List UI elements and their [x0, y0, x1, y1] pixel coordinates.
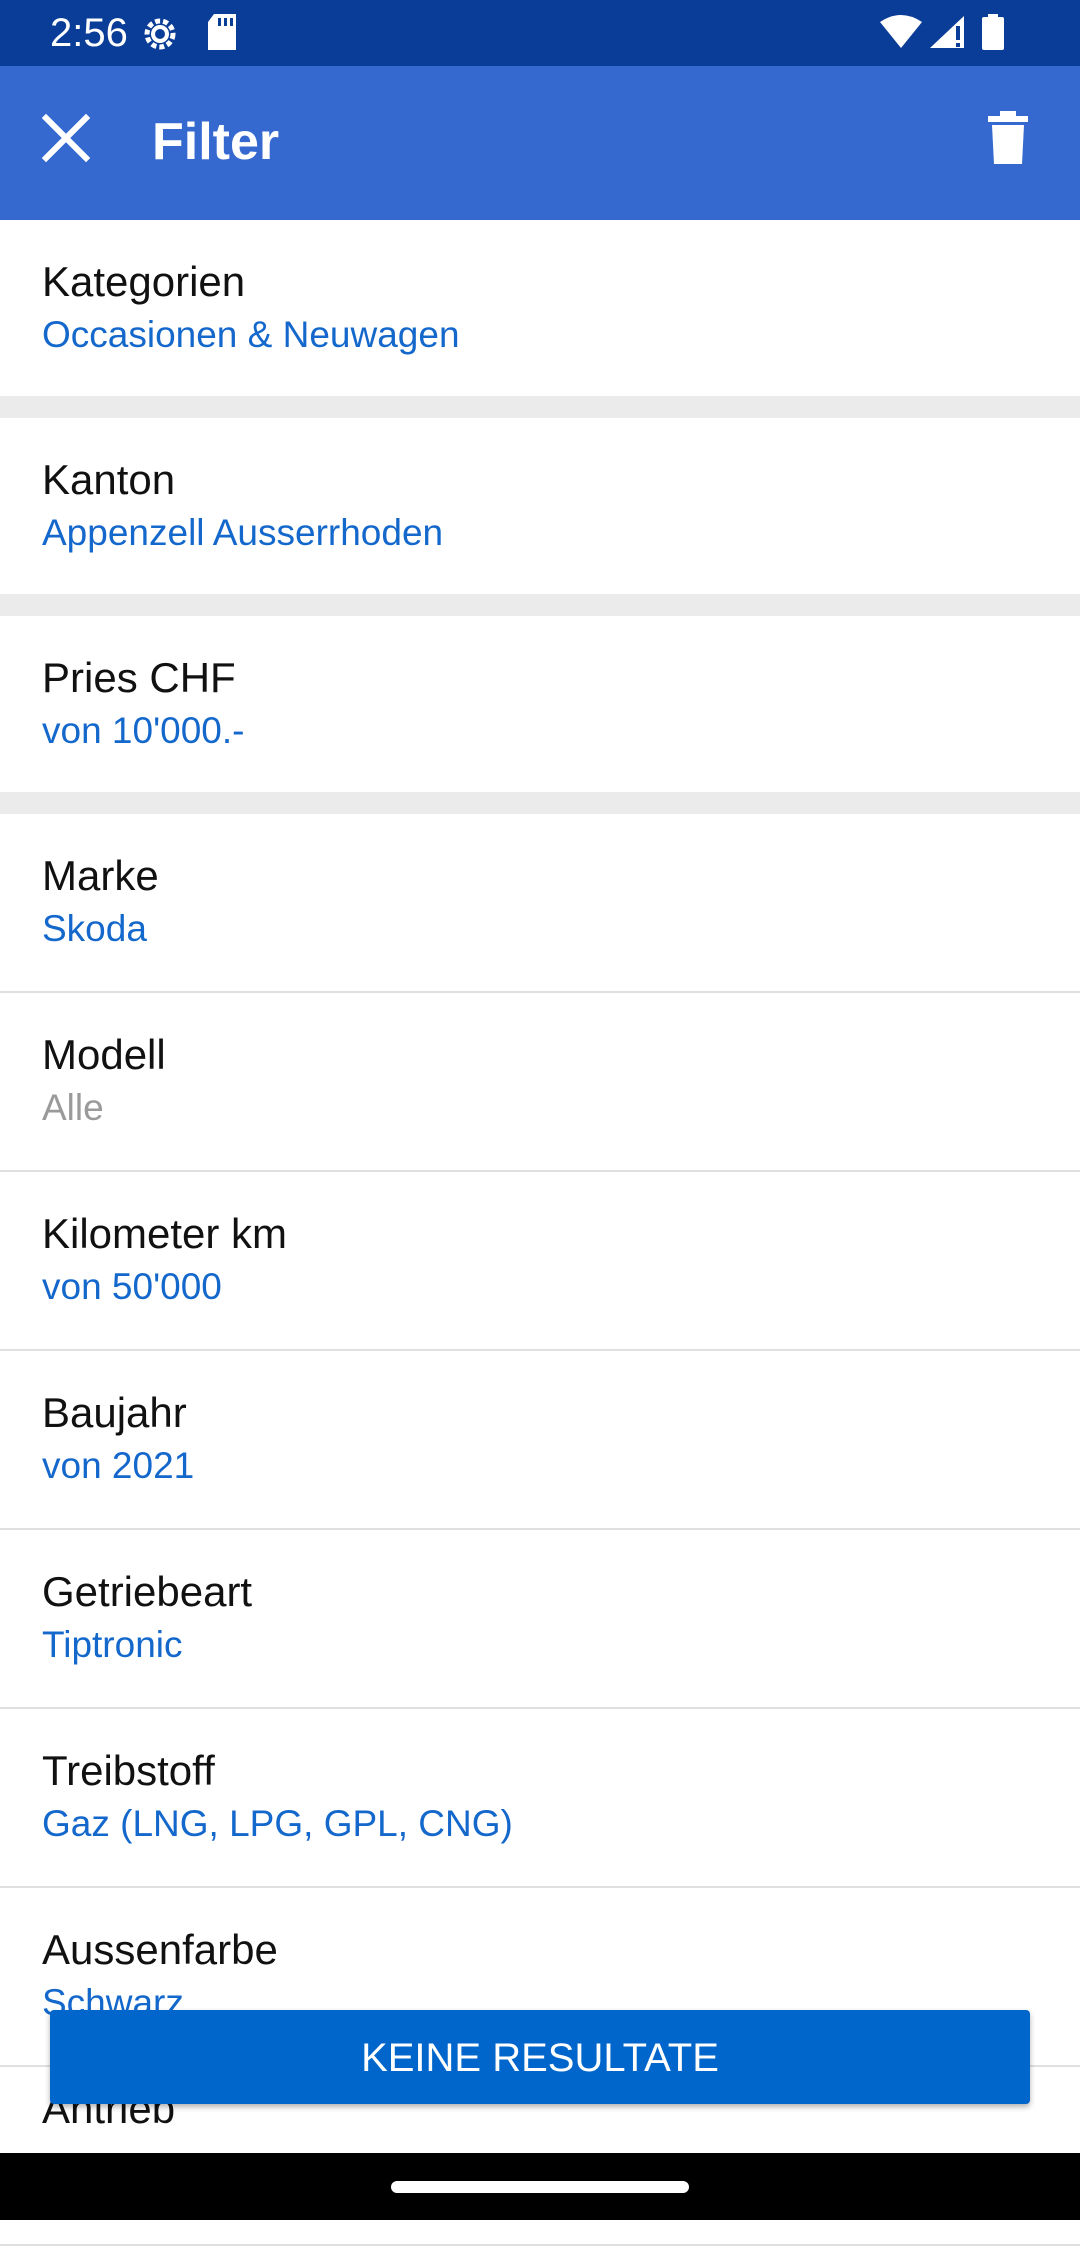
filter-list: Kategorien Occasionen & Neuwagen Kanton … [0, 220, 1080, 2246]
filter-marke[interactable]: Marke Skoda [0, 814, 1080, 993]
settings-gear-icon [140, 14, 180, 58]
filter-preis[interactable]: Pries CHF von 10'000.- [0, 616, 1080, 792]
filter-label: Kilometer km [42, 1210, 288, 1257]
filter-label: Modell [42, 1031, 166, 1078]
show-results-button[interactable]: KEINE RESULTATE [50, 2010, 1030, 2104]
filter-kanton[interactable]: Kanton Appenzell Ausserrhoden [0, 418, 1080, 594]
status-time: 2:56 [50, 11, 128, 55]
filter-label: Baujahr [42, 1389, 187, 1436]
close-icon [41, 113, 91, 163]
filter-value: Occasionen & Neuwagen [42, 314, 460, 355]
delete-filters-button[interactable] [972, 102, 1044, 174]
filter-label: Treibstoff [42, 1747, 215, 1794]
section-divider [0, 594, 1080, 616]
filter-value: von 10'000.- [42, 710, 245, 751]
wifi-icon [880, 14, 922, 54]
filter-value: Appenzell Ausserrhoden [42, 512, 444, 553]
filter-value: Gaz (LNG, LPG, GPL, CNG) [42, 1803, 513, 1844]
section-divider [0, 396, 1080, 418]
filter-kategorien[interactable]: Kategorien Occasionen & Neuwagen [0, 220, 1080, 396]
filter-kilometer[interactable]: Kilometer km von 50'000 [0, 1172, 1080, 1351]
filter-value: Tiptronic [42, 1624, 183, 1665]
filter-getriebeart[interactable]: Getriebeart Tiptronic [0, 1530, 1080, 1709]
close-button[interactable] [30, 102, 102, 174]
filter-value: von 2021 [42, 1445, 195, 1486]
filter-label: Kanton [42, 456, 176, 503]
navigation-bar [0, 2153, 1080, 2220]
battery-icon [982, 14, 1004, 54]
filter-value: Skoda [42, 908, 147, 949]
filter-value: von 50'000 [42, 1266, 222, 1307]
app-bar: Filter [0, 66, 1080, 220]
filter-label: Kategorien [42, 258, 246, 305]
section-divider [0, 792, 1080, 814]
filter-label: Marke [42, 852, 159, 899]
filter-label: Getriebeart [42, 1568, 253, 1615]
cell-signal-icon [928, 14, 964, 54]
trash-icon [988, 111, 1028, 164]
filter-label: Aussenfarbe [42, 1926, 278, 1973]
home-gesture-handle[interactable] [391, 2181, 689, 2193]
filter-label: Pries CHF [42, 654, 236, 701]
filter-value: Alle [42, 1087, 104, 1128]
status-bar: 2:56 [0, 0, 1080, 66]
filter-treibstoff[interactable]: Treibstoff Gaz (LNG, LPG, GPL, CNG) [0, 1709, 1080, 1888]
sd-card-icon [206, 14, 238, 54]
page-title: Filter [152, 113, 280, 171]
filter-baujahr[interactable]: Baujahr von 2021 [0, 1351, 1080, 1530]
filter-modell[interactable]: Modell Alle [0, 993, 1080, 1172]
